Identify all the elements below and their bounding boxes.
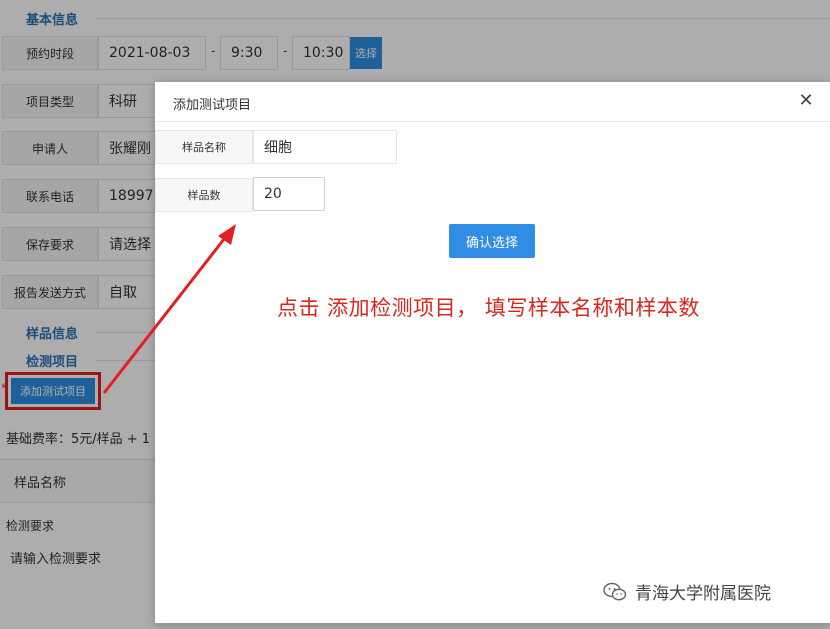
close-icon[interactable]: ✕ — [796, 91, 816, 111]
add-test-item-dialog: 添加测试项目 ✕ 样品名称 细胞 样品数 确认选择 点击 添加检测项目， 填写样… — [155, 82, 830, 623]
sample-name-label: 样品名称 — [155, 130, 253, 164]
sample-name-field[interactable]: 细胞 — [253, 130, 397, 164]
instruction-annotation: 点击 添加检测项目， 填写样本名称和样本数 — [277, 296, 700, 320]
watermark-text: 青海大学附属医院 — [635, 584, 771, 604]
dialog-header: 添加测试项目 ✕ — [155, 82, 830, 122]
confirm-select-button[interactable]: 确认选择 — [449, 224, 535, 258]
wechat-icon — [603, 582, 627, 600]
watermark: 青海大学附属医院 — [603, 579, 771, 604]
dialog-title: 添加测试项目 — [173, 98, 252, 113]
sample-count-label: 样品数 — [155, 178, 253, 212]
sample-count-input[interactable] — [253, 177, 325, 211]
